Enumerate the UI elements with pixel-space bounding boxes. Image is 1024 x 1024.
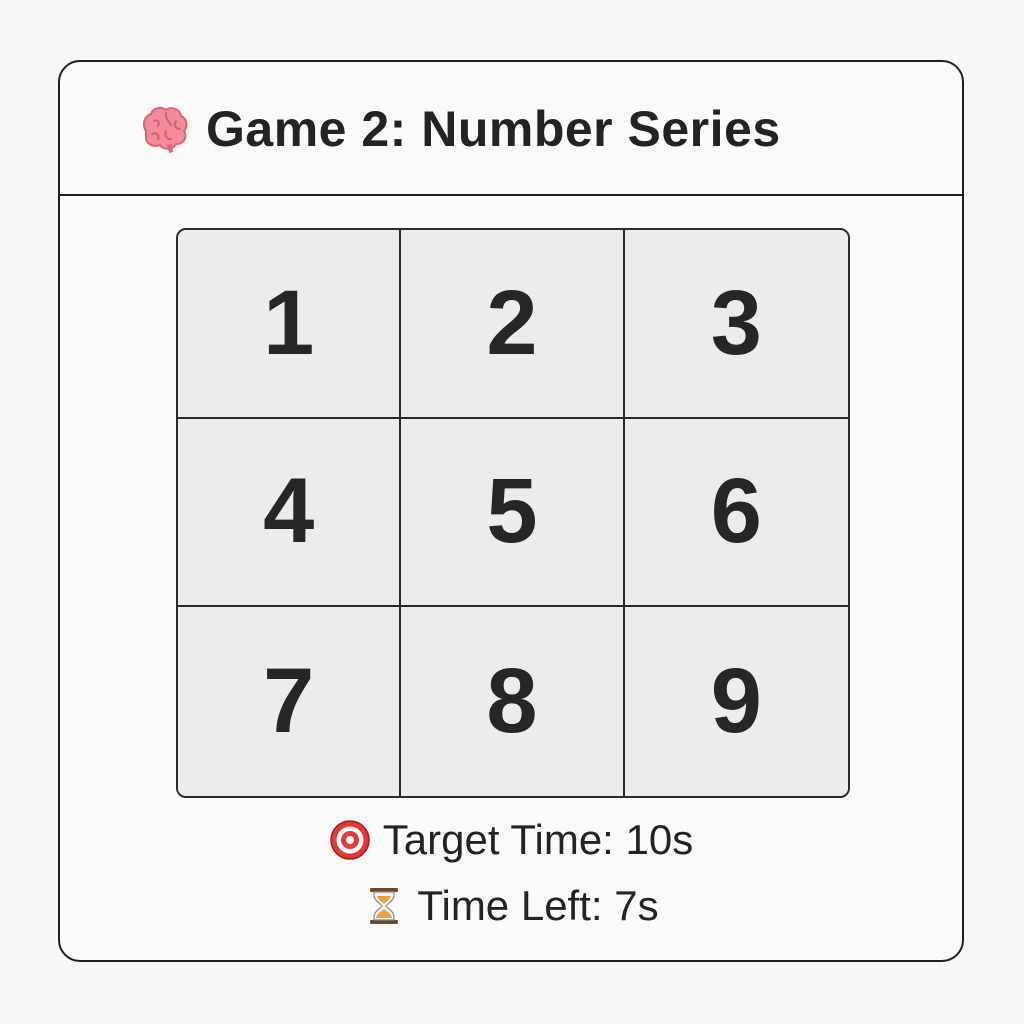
game-header: Game 2: Number Series — [60, 62, 962, 196]
target-icon — [330, 820, 370, 860]
number-cell[interactable]: 4 — [178, 418, 402, 608]
number-cell[interactable]: 6 — [624, 418, 848, 608]
time-left-row: Time Left: 7s — [60, 882, 962, 930]
brain-icon — [142, 106, 188, 153]
number-cell[interactable]: 3 — [624, 230, 848, 419]
target-time-label: Target Time: 10s — [382, 816, 694, 863]
number-cell[interactable]: 9 — [624, 607, 848, 796]
target-time-row: Target Time: 10s — [60, 816, 962, 864]
page-title: Game 2: Number Series — [206, 101, 781, 157]
number-grid: 1 2 3 4 5 6 7 8 9 — [176, 228, 850, 798]
number-cell[interactable]: 1 — [178, 230, 402, 419]
number-cell[interactable]: 8 — [401, 607, 625, 796]
title-row: Game 2: Number Series — [136, 100, 781, 158]
game-card: Game 2: Number Series 1 2 3 4 5 6 7 8 9 … — [58, 60, 964, 962]
number-cell[interactable]: 7 — [178, 607, 402, 796]
number-cell[interactable]: 5 — [401, 418, 625, 608]
hourglass-icon — [370, 888, 399, 924]
time-left-label: Time Left: 7s — [417, 882, 659, 929]
number-cell[interactable]: 2 — [401, 230, 625, 419]
